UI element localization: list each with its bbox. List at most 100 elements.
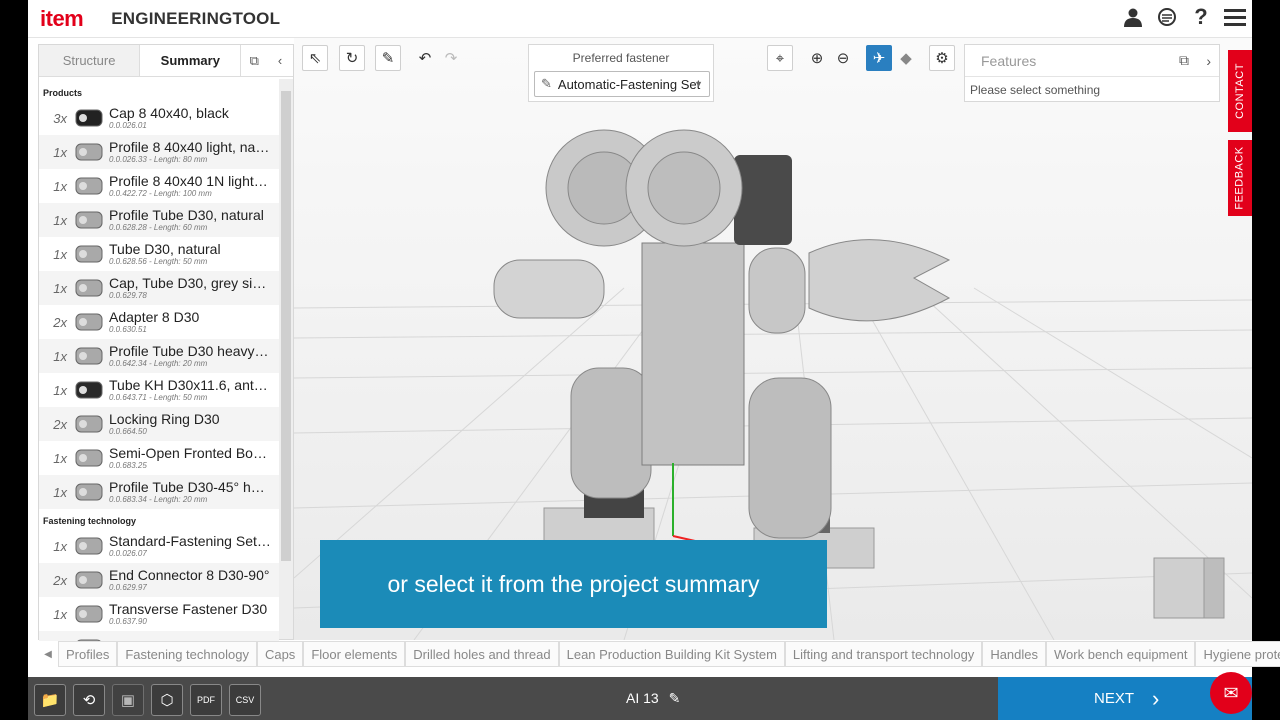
summary-item[interactable]: 1x Cap, Tube D30, grey simi… 0.0.629.78: [39, 271, 279, 305]
features-message: Please select something: [970, 83, 1101, 97]
summary-item[interactable]: 1x Semi-Open Fronted Box … 0.0.683.25: [39, 441, 279, 475]
language-icon[interactable]: [1156, 6, 1178, 28]
preferred-fastener-box: Preferred fastener ✎ Automatic-Fastening…: [528, 44, 714, 102]
summary-item[interactable]: 1x Transverse Fastener D30 0.0.637.90: [39, 597, 279, 631]
item-logo[interactable]: item: [40, 6, 84, 32]
item-name: End Connector 8 D30-90°: [109, 567, 270, 583]
item-article-number: 0.0.683.34 - Length: 20 mm: [109, 495, 208, 504]
features-popout-icon[interactable]: ⧉: [1179, 52, 1189, 69]
fastening-set-icon: [71, 531, 107, 561]
item-name: Profile 8 40x40 1N light, …: [109, 173, 271, 189]
features-panel: Features ⧉ › Please select something: [964, 44, 1220, 102]
item-article-number: 0.0.637.90: [109, 617, 147, 626]
edit-pencil-icon[interactable]: ✎: [669, 690, 681, 706]
item-article-number: 0.0.664.50: [109, 427, 147, 436]
item-text: Tube KH D30x11.6, anthr… 0.0.643.71 - Len…: [109, 377, 271, 403]
category-tab[interactable]: Hygiene protection: [1195, 641, 1280, 667]
item-article-number: 0.0.026.07: [109, 549, 147, 558]
preferred-fastener-select[interactable]: ✎ Automatic-Fastening Set ▼: [534, 71, 710, 97]
item-text: Profile Tube D30 heavy d… 0.0.642.34 - Le…: [109, 343, 271, 369]
zoom-out-button[interactable]: ⊖: [830, 45, 856, 71]
category-scroll-left-icon[interactable]: ◀: [38, 640, 58, 668]
item-quantity: 1x: [53, 178, 67, 194]
section-title: Fastening technology: [43, 516, 137, 526]
rotate-tool-button[interactable]: ↻: [339, 45, 365, 71]
auto-fasten-button[interactable]: ✈: [866, 45, 892, 71]
category-tab[interactable]: Floor elements: [303, 641, 406, 667]
user-icon[interactable]: [1122, 6, 1144, 28]
chat-icon[interactable]: ✉: [1210, 672, 1252, 714]
center-view-button[interactable]: ⌖: [767, 45, 793, 71]
popout-icon[interactable]: ⧉: [241, 45, 267, 76]
scrollbar[interactable]: [279, 79, 293, 639]
right-letterbox: [1252, 0, 1280, 720]
left-letterbox: [0, 0, 28, 720]
open-folder-button[interactable]: 📁: [34, 684, 66, 716]
item-quantity: 1x: [53, 144, 67, 160]
preferred-fastener-label: Preferred fastener: [572, 51, 670, 65]
summary-item[interactable]: 1x Standard-Fastening Set … 0.0.026.07: [39, 529, 279, 563]
summary-item[interactable]: 1x Profile Tube D30-45° hea… 0.0.683.34 - …: [39, 475, 279, 509]
box-icon: [71, 443, 107, 473]
profile-icon: [71, 171, 107, 201]
dark-tube-icon: [71, 375, 107, 405]
collapse-panel-icon[interactable]: ‹: [267, 45, 293, 76]
category-tab[interactable]: Profiles: [58, 641, 118, 667]
measure-tool-button[interactable]: ✎: [375, 45, 401, 71]
item-quantity: 1x: [53, 212, 67, 228]
category-tab[interactable]: Fastening technology: [117, 641, 257, 667]
layers-button[interactable]: ◆: [893, 45, 919, 71]
category-tab[interactable]: Handles: [982, 641, 1047, 667]
save-button[interactable]: ▣: [112, 684, 144, 716]
summary-item[interactable]: 1x Tube KH D30x11.6, anthr… 0.0.643.71 - L…: [39, 373, 279, 407]
summary-item[interactable]: 1x Tube D30, natural 0.0.628.56 - Length: …: [39, 237, 279, 271]
item-text: Semi-Open Fronted Box … 0.0.683.25: [109, 445, 271, 471]
contact-tab[interactable]: CONTACT: [1228, 50, 1252, 132]
category-tab[interactable]: Lean Production Building Kit System: [558, 641, 785, 667]
help-icon[interactable]: ?: [1190, 4, 1212, 29]
app-header: item ENGINEERINGTOOL ?: [28, 0, 1252, 38]
item-text: Locking Ring D30 0.0.664.50: [109, 411, 271, 437]
item-article-number: 0.0.026.01: [109, 121, 147, 130]
item-article-number: 0.0.643.71 - Length: 50 mm: [109, 393, 208, 402]
category-tab[interactable]: Lifting and transport technology: [784, 641, 983, 667]
scrollbar-thumb[interactable]: [281, 91, 291, 561]
features-title: Features: [981, 52, 1037, 69]
summary-item[interactable]: 1x Profile 8 40x40 1N light, … 0.0.422.72 …: [39, 169, 279, 203]
category-tab[interactable]: Drilled holes and thread: [405, 641, 559, 667]
3d-box-button[interactable]: ⬡: [151, 684, 183, 716]
fastener-icon: [71, 599, 107, 629]
item-quantity: 1x: [53, 484, 67, 500]
item-quantity: 3x: [53, 110, 67, 126]
category-tab[interactable]: Work bench equipment: [1046, 641, 1196, 667]
menu-icon[interactable]: [1224, 6, 1246, 28]
item-text: Profile 8 40x40 1N light, … 0.0.422.72 - …: [109, 173, 271, 199]
summary-item[interactable]: 1x Profile 8 40x40 light, nat… 0.0.026.33 …: [39, 135, 279, 169]
feedback-tab[interactable]: FEEDBACK: [1228, 140, 1252, 216]
project-name[interactable]: AI 13 ✎: [626, 690, 680, 707]
summary-item[interactable]: 3x Cap 8 40x40, black 0.0.026.01: [39, 101, 279, 135]
item-name: Profile Tube D30-45° hea…: [109, 479, 271, 495]
tab-structure[interactable]: Structure: [39, 45, 141, 76]
select-tool-button[interactable]: ⇖: [302, 45, 328, 71]
history-button[interactable]: ⟲: [73, 684, 105, 716]
summary-item[interactable]: 1x Profile Tube D30 heavy d… 0.0.642.34 - …: [39, 339, 279, 373]
redo-button[interactable]: ↷: [438, 45, 464, 71]
summary-item[interactable]: 2x End Connector 8 D30-90° 0.0.629.97: [39, 563, 279, 597]
export-csv-button[interactable]: CSV: [229, 684, 261, 716]
features-expand-icon[interactable]: ›: [1206, 53, 1211, 69]
item-name: Locking Ring D30: [109, 411, 220, 427]
tab-summary[interactable]: Summary: [140, 45, 242, 76]
item-text: Profile Tube D30, natural 0.0.628.28 - Le…: [109, 207, 271, 233]
summary-item[interactable]: 1x Profile Tube D30, natural 0.0.628.28 - …: [39, 203, 279, 237]
settings-button[interactable]: ⚙: [929, 45, 955, 71]
zoom-in-button[interactable]: ⊕: [804, 45, 830, 71]
category-tab[interactable]: Caps: [256, 641, 304, 667]
export-pdf-button[interactable]: PDF: [190, 684, 222, 716]
tube-icon: [71, 205, 107, 235]
summary-item[interactable]: 2x Locking Ring D30 0.0.664.50: [39, 407, 279, 441]
summary-item[interactable]: 2x Adapter 8 D30 0.0.630.51: [39, 305, 279, 339]
item-text: Profile 8 40x40 light, nat… 0.0.026.33 - …: [109, 139, 271, 165]
undo-button[interactable]: ↶: [412, 45, 438, 71]
item-article-number: 0.0.683.25: [109, 461, 147, 470]
